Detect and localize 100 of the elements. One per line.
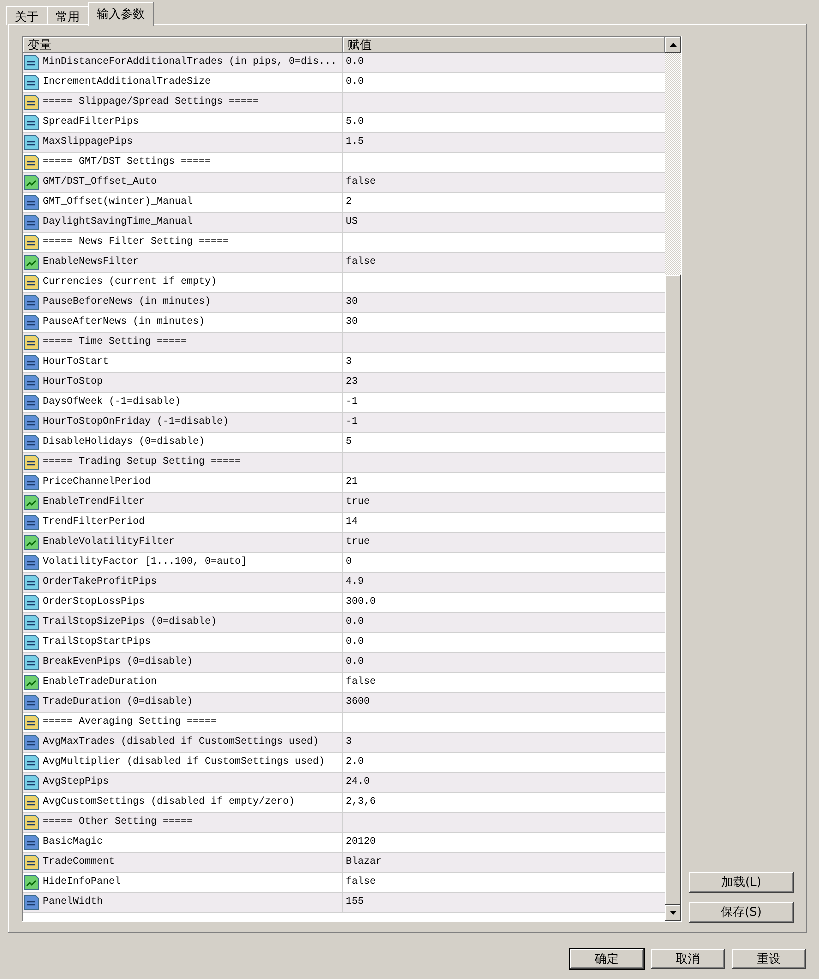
parameter-value[interactable]: false <box>346 877 376 888</box>
parameter-value[interactable]: 0.0 <box>346 77 364 88</box>
up-arrow-icon <box>670 43 676 47</box>
column-header[interactable]: 赋值 <box>343 37 665 53</box>
parameter-value[interactable]: 5.0 <box>346 117 364 128</box>
parameter-name: AvgCustomSettings (disabled if empty/zero) <box>43 796 296 810</box>
parameter-icon <box>24 554 40 570</box>
parameter-icon <box>24 654 40 670</box>
column-header[interactable]: 变量 <box>23 37 343 53</box>
parameter-icon <box>24 194 40 210</box>
parameter-icon <box>24 634 40 650</box>
scroll-up-button[interactable] <box>665 37 681 53</box>
parameter-value[interactable]: 3600 <box>346 697 370 708</box>
parameter-name: TrendFilterPeriod <box>43 516 146 530</box>
parameter-value[interactable]: -1 <box>346 397 358 408</box>
tab[interactable]: 常用 <box>47 6 89 25</box>
parameter-icon <box>24 594 40 610</box>
parameter-name: ===== Time Setting ===== <box>43 336 188 350</box>
parameter-name: VolatilityFactor [1...100, 0=auto] <box>43 556 248 570</box>
parameter-name: AvgStepPips <box>43 776 110 790</box>
parameter-value[interactable]: 0.0 <box>346 657 364 668</box>
parameter-value[interactable]: 0.0 <box>346 617 364 628</box>
parameter-value[interactable]: true <box>346 537 370 548</box>
parameter-name: PauseAfterNews (in minutes) <box>43 316 206 330</box>
parameter-icon <box>24 474 40 490</box>
parameter-name: ===== Slippage/Spread Settings ===== <box>43 96 260 110</box>
tab[interactable]: 关于 <box>6 6 48 25</box>
parameter-name: DaylightSavingTime_Manual <box>43 216 194 230</box>
parameter-value[interactable]: 2 <box>346 197 352 208</box>
parameter-icon <box>24 734 40 750</box>
parameter-value[interactable]: false <box>346 257 376 268</box>
parameter-name: HourToStopOnFriday (-1=disable) <box>43 416 230 430</box>
parameter-name: HourToStart <box>43 356 110 370</box>
parameter-name: GMT_Offset(winter)_Manual <box>43 196 194 210</box>
parameter-icon <box>24 354 40 370</box>
parameter-value[interactable]: 3 <box>346 737 352 748</box>
dialog-button[interactable]: 取消 <box>651 949 725 969</box>
side-button[interactable]: 保存(S) <box>689 902 794 923</box>
parameter-value[interactable]: 20120 <box>346 837 376 848</box>
parameter-name: MinDistanceForAdditionalTrades (in pips, 0=dis... <box>43 56 338 70</box>
parameter-icon <box>24 54 40 70</box>
parameter-value[interactable]: 4.9 <box>346 577 364 588</box>
parameter-value[interactable]: 14 <box>346 517 358 528</box>
parameter-icon <box>24 814 40 830</box>
parameter-icon <box>24 794 40 810</box>
tab[interactable]: 输入参数 <box>88 2 154 26</box>
parameter-name: Currencies (current if empty) <box>43 276 218 290</box>
parameter-value[interactable]: false <box>346 177 376 188</box>
parameter-icon <box>24 834 40 850</box>
parameter-value[interactable]: 24.0 <box>346 777 370 788</box>
parameter-name: EnableTrendFilter <box>43 496 146 510</box>
parameter-icon <box>24 374 40 390</box>
parameter-icon <box>24 314 40 330</box>
parameter-value[interactable]: true <box>346 497 370 508</box>
parameter-value[interactable]: 21 <box>346 477 358 488</box>
parameter-icon <box>24 854 40 870</box>
parameter-name: ===== Trading Setup Setting ===== <box>43 456 242 470</box>
parameter-icon <box>24 614 40 630</box>
parameter-icon <box>24 874 40 890</box>
dialog-button[interactable]: 确定 <box>570 949 644 969</box>
parameter-name: AvgMaxTrades (disabled if CustomSettings used) <box>43 736 320 750</box>
parameter-value[interactable]: 1.5 <box>346 137 364 148</box>
parameter-icon <box>24 514 40 530</box>
parameter-name: ===== GMT/DST Settings ===== <box>43 156 212 170</box>
parameter-value[interactable]: 5 <box>346 437 352 448</box>
parameter-value[interactable]: 23 <box>346 377 358 388</box>
parameter-name: MaxSlippagePips <box>43 136 134 150</box>
parameter-name: ===== Averaging Setting ===== <box>43 716 218 730</box>
parameter-icon <box>24 574 40 590</box>
parameter-value[interactable]: 2.0 <box>346 757 364 768</box>
parameter-icon <box>24 254 40 270</box>
parameter-value[interactable]: 155 <box>346 897 364 908</box>
parameter-value[interactable]: 300.0 <box>346 597 376 608</box>
parameter-value[interactable]: 0 <box>346 557 352 568</box>
scroll-down-button[interactable] <box>665 905 681 921</box>
parameter-icon <box>24 414 40 430</box>
parameter-value[interactable]: 30 <box>346 317 358 328</box>
parameter-value[interactable]: 3 <box>346 357 352 368</box>
parameter-value[interactable]: 0.0 <box>346 57 364 68</box>
parameter-icon <box>24 334 40 350</box>
parameter-name: IncrementAdditionalTradeSize <box>43 76 212 90</box>
parameter-icon <box>24 94 40 110</box>
parameter-value[interactable]: 2,3,6 <box>346 797 376 808</box>
parameter-value[interactable]: Blazar <box>346 857 382 868</box>
parameter-icon <box>24 74 40 90</box>
parameter-value[interactable]: 30 <box>346 297 358 308</box>
side-button[interactable]: 加载(L) <box>689 872 794 893</box>
scrollbar-thumb[interactable] <box>665 275 681 905</box>
parameter-value[interactable]: -1 <box>346 417 358 428</box>
parameter-value[interactable]: false <box>346 677 376 688</box>
parameter-name: PriceChannelPeriod <box>43 476 152 490</box>
parameter-name: TrailStopStartPips <box>43 636 152 650</box>
parameter-value[interactable]: 0.0 <box>346 637 364 648</box>
parameter-name: HourToStop <box>43 376 104 390</box>
dialog-button[interactable]: 重设 <box>732 949 806 969</box>
parameter-icon <box>24 494 40 510</box>
parameter-icon <box>24 394 40 410</box>
parameter-name: OrderTakeProfitPips <box>43 576 158 590</box>
parameter-value[interactable]: US <box>346 217 358 228</box>
parameter-name: OrderStopLossPips <box>43 596 146 610</box>
